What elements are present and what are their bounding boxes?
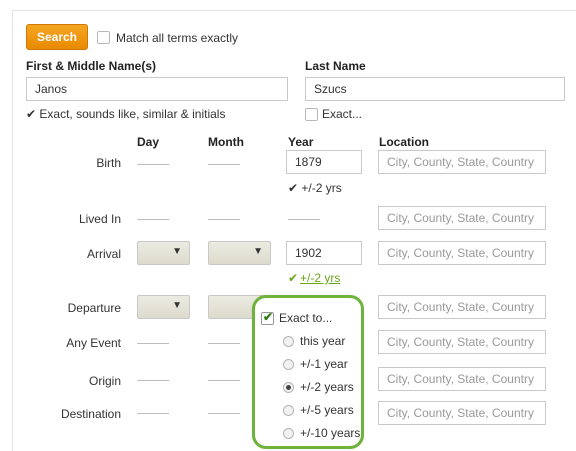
last-name-exact-label: Exact... [322, 107, 363, 121]
first-name-label: First & Middle Name(s) [26, 59, 157, 73]
first-name-input[interactable]: Janos [26, 77, 288, 101]
chevron-down-icon: ▼ [172, 300, 182, 311]
arrival-day-select[interactable]: ▼ [137, 241, 190, 265]
origin-day-placeholder [137, 380, 169, 381]
destination-location-input[interactable]: City, County, State, Country [378, 401, 546, 425]
exact-to-popup: ✔ Exact to... this year +/-1 year +/-2 y… [252, 295, 364, 449]
event-label-lived-in: Lived In [78, 212, 121, 226]
lived-in-day-placeholder [137, 219, 169, 220]
event-label-origin: Origin [88, 374, 121, 388]
match-all-checkbox[interactable] [97, 31, 110, 44]
origin-month-placeholder [208, 380, 240, 381]
search-button[interactable]: Search [26, 24, 88, 50]
origin-location-input[interactable]: City, County, State, Country [378, 367, 546, 391]
column-location: Location [379, 135, 429, 149]
last-name-input[interactable]: Szucs [305, 77, 565, 101]
column-year: Year [288, 135, 314, 149]
birth-year-input[interactable]: 1879 [286, 150, 362, 174]
exact-to-checkbox[interactable]: ✔ [261, 310, 274, 325]
exact-option-radio-selected[interactable] [283, 382, 294, 393]
arrival-location-input[interactable]: City, County, State, Country [378, 241, 546, 265]
birth-year-range[interactable]: ✔ +/-2 yrs [288, 181, 342, 195]
arrival-month-select[interactable]: ▼ [208, 241, 271, 265]
exact-option-radio[interactable] [283, 359, 294, 370]
exact-option-label: +/-2 years [300, 380, 354, 394]
exact-option-radio[interactable] [283, 336, 294, 347]
birth-location-input[interactable]: City, County, State, Country [378, 150, 546, 174]
arrival-range-check-icon: ✔ [288, 271, 299, 285]
exact-option-label: this year [300, 334, 346, 348]
event-label-destination: Destination [60, 407, 121, 421]
column-day: Day [137, 135, 160, 149]
departure-location-input[interactable]: City, County, State, Country [378, 295, 546, 319]
last-name-label: Last Name [305, 59, 366, 73]
column-month: Month [208, 135, 244, 149]
last-name-exact-checkbox[interactable] [305, 108, 318, 121]
exact-option-radio[interactable] [283, 405, 294, 416]
event-label-departure: Departure [67, 301, 121, 315]
event-label-arrival: Arrival [86, 247, 121, 261]
birth-day-placeholder [137, 164, 169, 165]
exact-option-label: +/-10 years [300, 426, 361, 440]
lived-in-year-placeholder [288, 219, 320, 220]
chevron-down-icon: ▼ [172, 246, 182, 257]
exact-option-label: +/-5 years [300, 403, 354, 417]
departure-day-select[interactable]: ▼ [137, 295, 190, 319]
destination-day-placeholder [137, 413, 169, 414]
any-event-month-placeholder [208, 343, 240, 344]
any-event-day-placeholder [137, 343, 169, 344]
match-all-label: Match all terms exactly [116, 31, 239, 45]
arrival-year-range-link[interactable]: +/-2 yrs [300, 271, 340, 285]
first-name-match-option[interactable]: ✔ Exact, sounds like, similar & initials [26, 107, 225, 121]
lived-in-location-input[interactable]: City, County, State, Country [378, 206, 546, 230]
lived-in-month-placeholder [208, 219, 240, 220]
exact-option-radio[interactable] [283, 428, 294, 439]
checkmark-icon: ✔ [263, 310, 274, 324]
exact-option-label: +/-1 year [300, 357, 348, 371]
chevron-down-icon: ▼ [253, 246, 263, 257]
any-event-location-input[interactable]: City, County, State, Country [378, 330, 546, 354]
destination-month-placeholder [208, 413, 240, 414]
arrival-year-input[interactable]: 1902 [286, 241, 362, 265]
event-label-birth: Birth [96, 156, 121, 170]
birth-month-placeholder [208, 164, 240, 165]
event-label-any-event: Any Event [66, 336, 121, 350]
exact-to-label: Exact to... [279, 311, 333, 325]
